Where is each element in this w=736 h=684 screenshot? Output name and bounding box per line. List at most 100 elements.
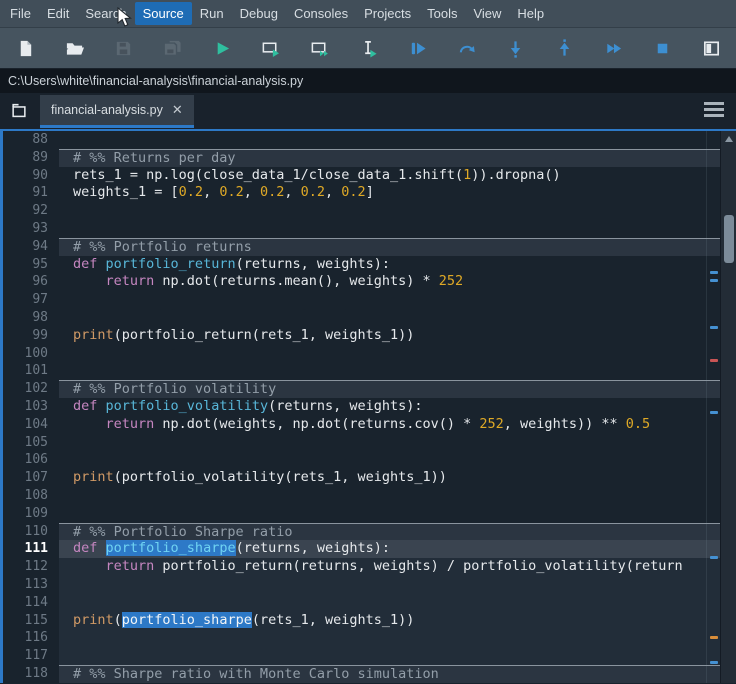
maximize-pane-icon[interactable] [700, 37, 722, 59]
debug-file-icon[interactable] [406, 37, 428, 59]
line-number[interactable]: 102 [3, 380, 59, 398]
menu-item-edit[interactable]: Edit [39, 2, 77, 25]
save-all-icon[interactable] [161, 37, 183, 59]
editor-row-111[interactable]: 111def portfolio_sharpe(returns, weights… [3, 540, 720, 558]
line-number[interactable]: 99 [3, 327, 59, 345]
menu-item-run[interactable]: Run [192, 2, 232, 25]
open-folder-icon[interactable] [63, 37, 85, 59]
line-number[interactable]: 98 [3, 309, 59, 327]
code-line[interactable] [59, 451, 720, 469]
code-line[interactable] [59, 434, 720, 452]
code-line[interactable] [59, 309, 720, 327]
scrollbar-up-arrow[interactable] [725, 136, 733, 142]
code-line[interactable] [59, 594, 720, 612]
line-number[interactable]: 110 [3, 523, 59, 541]
editor-row-89[interactable]: 89# %% Returns per day [3, 149, 720, 167]
code-line[interactable] [59, 576, 720, 594]
code-line[interactable] [59, 202, 720, 220]
code-line[interactable]: rets_1 = np.log(close_data_1/close_data_… [59, 167, 720, 185]
line-number[interactable]: 92 [3, 202, 59, 220]
menu-item-file[interactable]: File [2, 2, 39, 25]
editor-row-108[interactable]: 108 [3, 487, 720, 505]
code-line[interactable]: print(portfolio_volatility(rets_1, weigh… [59, 469, 720, 487]
menu-item-search[interactable]: Search [77, 2, 134, 25]
run-file-icon[interactable] [210, 37, 232, 59]
cell-header-line[interactable]: # %% Sharpe ratio with Monte Carlo simul… [59, 665, 720, 683]
line-number[interactable]: 95 [3, 256, 59, 274]
editor-row-98[interactable]: 98 [3, 309, 720, 327]
line-number[interactable]: 101 [3, 362, 59, 380]
line-number[interactable]: 104 [3, 416, 59, 434]
continue-icon[interactable] [602, 37, 624, 59]
line-number[interactable]: 114 [3, 594, 59, 612]
line-number[interactable]: 94 [3, 238, 59, 256]
editor-row-107[interactable]: 107print(portfolio_volatility(rets_1, we… [3, 469, 720, 487]
run-cell-advance-icon[interactable] [308, 37, 330, 59]
cell-header-line[interactable]: # %% Portfolio Sharpe ratio [59, 523, 720, 541]
line-number[interactable]: 88 [3, 131, 59, 149]
run-selection-icon[interactable] [357, 37, 379, 59]
tab-close-icon[interactable]: ✕ [172, 103, 183, 116]
code-line[interactable]: return np.dot(returns.mean(), weights) *… [59, 273, 720, 291]
editor-row-102[interactable]: 102# %% Portfolio volatility [3, 380, 720, 398]
line-number[interactable]: 93 [3, 220, 59, 238]
editor-row-94[interactable]: 94# %% Portfolio returns [3, 238, 720, 256]
line-number[interactable]: 112 [3, 558, 59, 576]
menu-item-projects[interactable]: Projects [356, 2, 419, 25]
editor-row-109[interactable]: 109 [3, 505, 720, 523]
tab-financial-analysis[interactable]: financial-analysis.py ✕ [40, 95, 194, 128]
editor-row-96[interactable]: 96 return np.dot(returns.mean(), weights… [3, 273, 720, 291]
editor-row-104[interactable]: 104 return np.dot(weights, np.dot(return… [3, 416, 720, 434]
cell-header-line[interactable]: # %% Returns per day [59, 149, 720, 167]
editor-options-button[interactable] [704, 102, 724, 120]
code-line[interactable] [59, 131, 720, 149]
editor-row-118[interactable]: 118# %% Sharpe ratio with Monte Carlo si… [3, 665, 720, 683]
step-return-icon[interactable] [553, 37, 575, 59]
editor-row-116[interactable]: 116 [3, 629, 720, 647]
code-line[interactable]: print(portfolio_return(rets_1, weights_1… [59, 327, 720, 345]
step-over-icon[interactable] [455, 37, 477, 59]
editor-row-88[interactable]: 88 [3, 131, 720, 149]
code-line[interactable]: weights_1 = [0.2, 0.2, 0.2, 0.2, 0.2] [59, 184, 720, 202]
menu-item-consoles[interactable]: Consoles [286, 2, 356, 25]
line-number[interactable]: 116 [3, 629, 59, 647]
editor-row-112[interactable]: 112 return portfolio_return(returns, wei… [3, 558, 720, 576]
file-path-bar[interactable]: C:\Users\white\financial-analysis\financ… [0, 69, 736, 93]
editor-row-115[interactable]: 115print(portfolio_sharpe(rets_1, weight… [3, 612, 720, 630]
code-line[interactable]: return portfolio_return(returns, weights… [59, 558, 720, 576]
code-line[interactable]: def portfolio_sharpe(returns, weights): [59, 540, 720, 558]
code-line[interactable] [59, 291, 720, 309]
code-line[interactable] [59, 345, 720, 363]
code-line[interactable]: return np.dot(weights, np.dot(returns.co… [59, 416, 720, 434]
cell-header-line[interactable]: # %% Portfolio volatility [59, 380, 720, 398]
code-line[interactable] [59, 629, 720, 647]
editor-row-103[interactable]: 103def portfolio_volatility(returns, wei… [3, 398, 720, 416]
editor-row-110[interactable]: 110# %% Portfolio Sharpe ratio [3, 523, 720, 541]
menu-item-tools[interactable]: Tools [419, 2, 465, 25]
vertical-scrollbar[interactable] [720, 131, 736, 683]
line-number[interactable]: 107 [3, 469, 59, 487]
editor-row-90[interactable]: 90rets_1 = np.log(close_data_1/close_dat… [3, 167, 720, 185]
editor-row-114[interactable]: 114 [3, 594, 720, 612]
editor-row-106[interactable]: 106 [3, 451, 720, 469]
code-line[interactable]: def portfolio_volatility(returns, weight… [59, 398, 720, 416]
menu-item-view[interactable]: View [465, 2, 509, 25]
save-icon[interactable] [112, 37, 134, 59]
code-line[interactable] [59, 487, 720, 505]
code-line[interactable] [59, 362, 720, 380]
line-number[interactable]: 115 [3, 612, 59, 630]
line-number[interactable]: 90 [3, 167, 59, 185]
menu-item-help[interactable]: Help [509, 2, 552, 25]
browse-tabs-button[interactable] [7, 99, 31, 123]
run-cell-icon[interactable] [259, 37, 281, 59]
line-number[interactable]: 109 [3, 505, 59, 523]
menu-item-debug[interactable]: Debug [232, 2, 286, 25]
line-number[interactable]: 89 [3, 149, 59, 167]
editor-row-100[interactable]: 100 [3, 345, 720, 363]
line-number[interactable]: 111 [3, 540, 59, 558]
step-into-icon[interactable] [504, 37, 526, 59]
editor-row-93[interactable]: 93 [3, 220, 720, 238]
line-number[interactable]: 106 [3, 451, 59, 469]
line-number[interactable]: 100 [3, 345, 59, 363]
line-number[interactable]: 91 [3, 184, 59, 202]
